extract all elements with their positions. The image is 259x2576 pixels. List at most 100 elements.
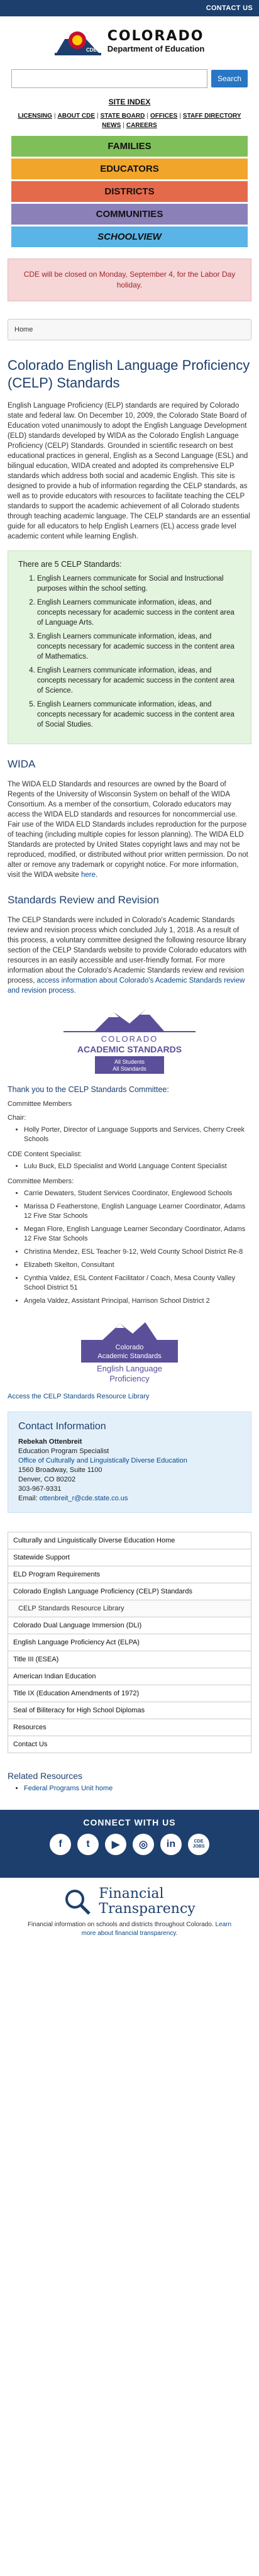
- facebook-icon[interactable]: f: [50, 1834, 71, 1855]
- section-nav-item[interactable]: Contact Us: [8, 1736, 251, 1753]
- section-nav-item[interactable]: ELD Program Requirements: [8, 1566, 251, 1583]
- top-bar: CONTACT US: [0, 0, 259, 16]
- list-item: Megan Flore, English Language Learner Se…: [24, 1225, 251, 1244]
- related-list: Federal Programs Unit home: [24, 1785, 251, 1792]
- search-button[interactable]: Search: [211, 70, 248, 87]
- about-cde-link[interactable]: ABOUT CDE: [58, 113, 95, 120]
- breadcrumb-home-link[interactable]: Home: [14, 326, 33, 333]
- svg-text:English Language: English Language: [97, 1364, 162, 1373]
- logo-subtitle: Department of Education: [107, 44, 205, 53]
- colorado-logo-icon: CDE: [54, 31, 101, 55]
- list-item: Carrie Dewaters, Student Services Coordi…: [24, 1189, 251, 1198]
- section-nav-item[interactable]: Colorado English Language Proficiency (C…: [8, 1583, 251, 1600]
- elp-standards-badge[interactable]: Colorado Academic Standards English Lang…: [0, 1316, 259, 1385]
- members-list: Carrie Dewaters, Student Services Coordi…: [24, 1189, 251, 1306]
- standards-box: There are 5 CELP Standards: English Lear…: [8, 550, 251, 744]
- section-nav-item[interactable]: Culturally and Linguistically Diverse Ed…: [8, 1532, 251, 1549]
- youtube-icon[interactable]: ▶: [105, 1834, 126, 1855]
- contact-heading: Contact Information: [18, 1421, 106, 1432]
- standard-item: English Learners communicate information…: [37, 632, 241, 662]
- svg-text:All Students: All Students: [114, 1059, 145, 1065]
- review-heading: Standards Review and Revision: [8, 894, 159, 906]
- footer: CONNECT WITH US f t ▶ ◎ in CDE JOBS: [0, 1810, 259, 1878]
- list-item: Marissa D Featherstone, English Language…: [24, 1202, 251, 1221]
- transparency-title-1: Financial: [99, 1886, 164, 1902]
- contact-name: Rebekah Ottenbreit: [18, 1438, 82, 1446]
- academic-standards-logo-icon: COLORADO ACADEMIC STANDARDS All Students…: [63, 1010, 196, 1074]
- contact-email-row: Email: ottenbreit_r@cde.state.co.us: [18, 1495, 128, 1502]
- academic-standards-badge[interactable]: COLORADO ACADEMIC STANDARDS All Students…: [0, 1006, 259, 1075]
- svg-text:CDE: CDE: [86, 47, 97, 53]
- contact-us-link[interactable]: CONTACT US: [206, 4, 253, 12]
- resource-library-link[interactable]: Access the CELP Standards Resource Libra…: [8, 1393, 149, 1400]
- review-process-link[interactable]: access information about Colorado's Acad…: [8, 977, 245, 995]
- magnifier-icon: [65, 1890, 91, 1915]
- list-item: Federal Programs Unit home: [24, 1785, 251, 1792]
- transparency-title-2: Transparency: [99, 1901, 196, 1917]
- holiday-alert: CDE will be closed on Monday, September …: [8, 259, 251, 301]
- site-index: SITE INDEX: [0, 93, 259, 109]
- section-nav-item[interactable]: Statewide Support: [8, 1549, 251, 1566]
- nav-families[interactable]: FAMILIES: [11, 135, 248, 157]
- nav-districts[interactable]: DISTRICTS: [11, 181, 248, 202]
- search-bar: Search: [0, 63, 259, 93]
- section-nav-item[interactable]: Colorado Dual Language Immersion (DLI): [8, 1617, 251, 1634]
- list-item: Angela Valdez, Assistant Principal, Harr…: [24, 1296, 251, 1306]
- breadcrumb: Home: [8, 319, 251, 340]
- contact-address-1: 1560 Broadway, Suite 1100: [18, 1466, 102, 1474]
- contact-address-2: Denver, CO 80202: [18, 1476, 76, 1483]
- federal-programs-link[interactable]: Federal Programs Unit home: [24, 1785, 113, 1792]
- svg-text:Colorado: Colorado: [116, 1344, 144, 1351]
- related-heading: Related Resources: [8, 1771, 83, 1781]
- logo-title: COLORADO: [107, 28, 204, 44]
- site-index-link[interactable]: SITE INDEX: [109, 98, 151, 106]
- list-item: Elizabeth Skelton, Consultant: [24, 1261, 251, 1270]
- linkedin-icon[interactable]: in: [160, 1834, 182, 1855]
- section-nav-item[interactable]: English Language Proficiency Act (ELPA): [8, 1634, 251, 1651]
- instagram-icon[interactable]: ◎: [133, 1834, 154, 1855]
- list-item: Holly Porter, Director of Language Suppo…: [24, 1125, 251, 1144]
- main-nav: FAMILIES EDUCATORS DISTRICTS COMMUNITIES…: [0, 135, 259, 247]
- financial-transparency-logo[interactable]: Financial Transparency: [0, 1878, 259, 1921]
- contact-email-link[interactable]: ottenbreit_r@cde.state.co.us: [40, 1495, 128, 1502]
- news-link[interactable]: NEWS: [102, 122, 121, 129]
- standard-item: English Learners communicate information…: [37, 700, 241, 730]
- licensing-link[interactable]: LICENSING: [18, 113, 52, 120]
- svg-text:COLORADO: COLORADO: [101, 1034, 158, 1044]
- standard-item: English Learners communicate for Social …: [37, 574, 241, 594]
- twitter-icon[interactable]: t: [77, 1834, 99, 1855]
- contact-office: Office of Culturally and Linguistically …: [18, 1456, 241, 1466]
- members-label: Committee Members:: [8, 1178, 74, 1185]
- staff-directory-link[interactable]: STAFF DIRECTORY: [183, 113, 241, 120]
- search-input[interactable]: [11, 69, 207, 88]
- careers-link[interactable]: CAREERS: [126, 122, 157, 129]
- wida-heading: WIDA: [8, 758, 36, 770]
- section-nav-subitem[interactable]: CELP Standards Resource Library: [8, 1600, 251, 1617]
- state-board-link[interactable]: STATE BOARD: [101, 113, 145, 120]
- contact-office-link[interactable]: Office of Culturally and Linguistically …: [18, 1457, 187, 1464]
- nav-schoolview[interactable]: SCHOOLVIEW: [11, 226, 248, 247]
- offices-link[interactable]: OFFICES: [150, 113, 177, 120]
- section-nav-item[interactable]: Seal of Biliteracy for High School Diplo…: [8, 1702, 251, 1719]
- nav-communities[interactable]: COMMUNITIES: [11, 203, 248, 225]
- contact-role: Education Program Specialist: [18, 1447, 109, 1455]
- list-item: Christina Mendez, ESL Teacher 9-12, Weld…: [24, 1247, 251, 1257]
- section-nav: Culturally and Linguistically Diverse Ed…: [8, 1532, 251, 1753]
- section-nav-item[interactable]: Resources: [8, 1719, 251, 1736]
- section-nav-item[interactable]: Title III (ESEA): [8, 1651, 251, 1668]
- cde-jobs-icon[interactable]: CDE JOBS: [188, 1834, 209, 1855]
- social-links: f t ▶ ◎ in CDE JOBS: [0, 1834, 259, 1855]
- section-nav-item[interactable]: American Indian Education: [8, 1668, 251, 1685]
- contact-box: Contact Information Rebekah Ottenbreit E…: [8, 1412, 251, 1513]
- section-nav-item[interactable]: Title IX (Education Amendments of 1972): [8, 1685, 251, 1702]
- committee-label: Committee Members: [8, 1100, 72, 1108]
- connect-heading: CONNECT WITH US: [83, 1817, 176, 1827]
- review-paragraph: The CELP Standards were included in Colo…: [8, 917, 247, 995]
- wida-paragraph: The WIDA ELD Standards and resources are…: [8, 781, 248, 879]
- intro-paragraph: English Language Proficiency (ELP) stand…: [8, 402, 250, 540]
- transparency-caption: Financial information on schools and dis…: [27, 1921, 232, 1937]
- contact-phone: 303-967-9331: [18, 1485, 62, 1493]
- wida-here-link[interactable]: here: [81, 871, 96, 879]
- cde-logo[interactable]: CDE COLORADO Department of Education: [0, 16, 259, 63]
- nav-educators[interactable]: EDUCATORS: [11, 158, 248, 179]
